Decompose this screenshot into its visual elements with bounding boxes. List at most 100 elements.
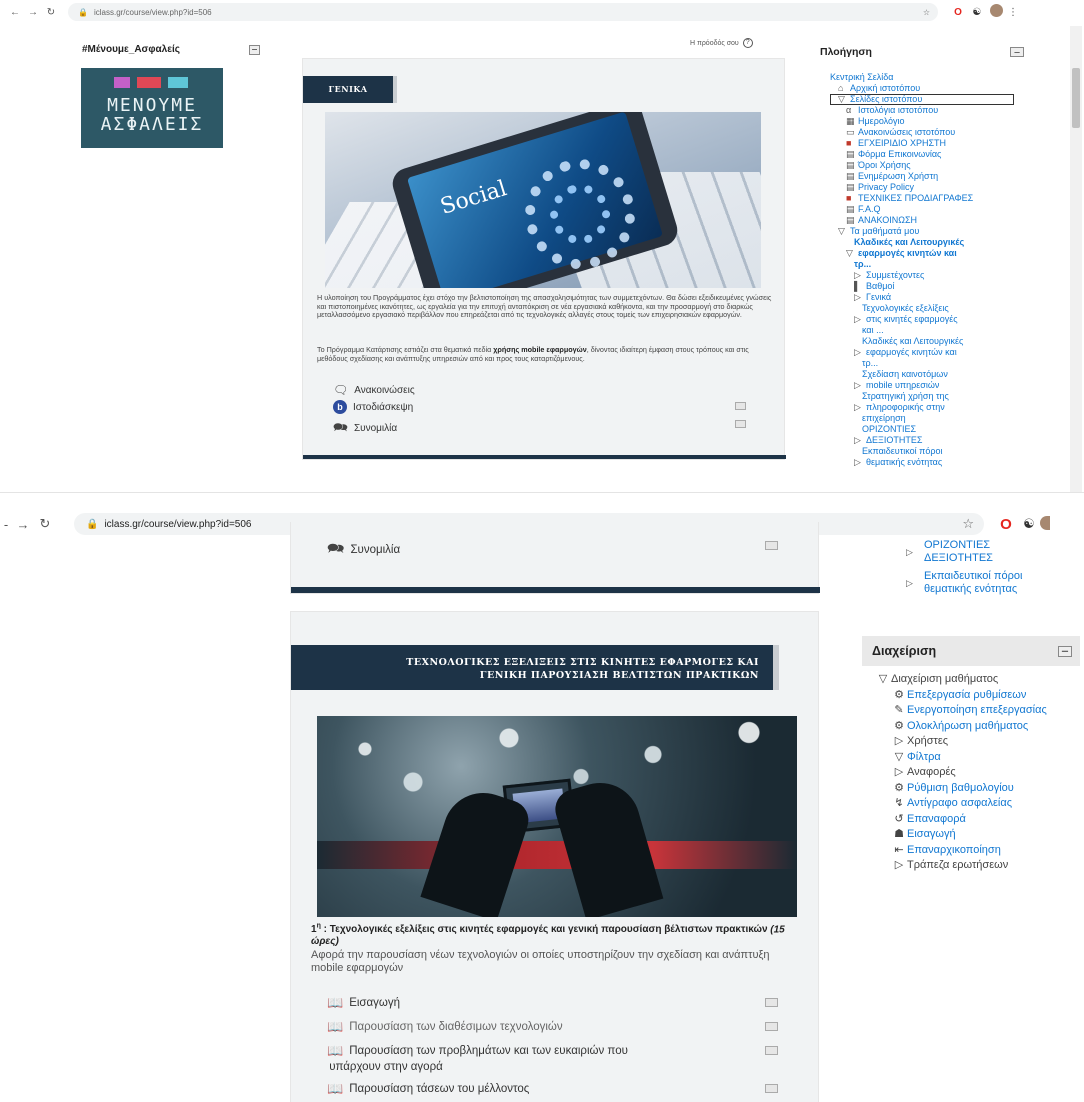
extensions-icon[interactable]: ☯ <box>1018 516 1040 532</box>
opera-icon[interactable]: O <box>948 7 968 18</box>
nav-item[interactable]: Κλαδικές και Λειτουργικές <box>830 237 1040 248</box>
completion-checkbox[interactable] <box>765 998 778 1007</box>
back-icon[interactable]: - <box>0 517 12 532</box>
nav-item[interactable]: ⌂ Αρχική ιστοτόπου <box>830 83 1040 94</box>
extensions-icon[interactable]: ☯ <box>968 7 986 18</box>
admin-item[interactable]: ▷ Αναφορές <box>875 765 1080 781</box>
opera-icon[interactable]: O <box>994 516 1018 533</box>
nav-item[interactable]: ▷ στις κινητές εφαρμογές <box>830 314 1040 325</box>
admin-item[interactable]: ▽ Φίλτρα <box>875 750 1080 766</box>
nav-item[interactable]: ▤ F.A.Q <box>830 204 1040 215</box>
activity-webconference[interactable]: b Ιστοδιάσκεψη <box>333 400 413 414</box>
para2-text-start: Το Πρόγραμμα Κατάρτισης εστιάζει στα θεμ… <box>317 345 494 354</box>
collapse-block-icon[interactable]: – <box>1010 47 1024 57</box>
nav-item-label: Ημερολόγιο <box>858 116 905 126</box>
nav-item[interactable]: ▌ Βαθμοί <box>830 281 1040 292</box>
nav-item[interactable]: Κεντρική Σελίδα <box>830 72 1040 83</box>
scrollbar-thumb[interactable] <box>1072 68 1080 128</box>
activity-announcements[interactable]: 🗨 Ανακοινώσεις <box>333 383 415 397</box>
activity-future-trends[interactable]: 📖 Παρουσίαση τάσεων του μέλλοντος <box>327 1081 529 1097</box>
smartphone-photo-image <box>317 716 797 917</box>
reload-icon[interactable]: ↻ <box>42 7 60 18</box>
nav-item[interactable]: α Ιστολόγια ιστοτόπου <box>830 105 1040 116</box>
nav-item-icon: ▭ <box>846 127 855 137</box>
forward-icon[interactable]: → <box>12 517 34 532</box>
nav-item[interactable]: Τεχνολογικές εξελίξεις <box>830 303 1040 314</box>
nav-item-resources[interactable]: ▷ Εκπαιδευτικοί πόροι θεματικής ενότητας <box>906 570 1022 596</box>
nav-item[interactable]: Κλαδικές και Λειτουργικές <box>830 336 1040 347</box>
nav-item[interactable]: Στρατηγική χρήση της <box>830 391 1040 402</box>
nav-item-label: Τεχνολογικές εξελίξεις <box>862 303 949 313</box>
nav-item[interactable]: ▽ Τα μαθήματά μου <box>830 226 1040 237</box>
nav-item[interactable]: ■ ΤΕΧΝΙΚΕΣ ΠΡΟΔΙΑΓΡΑΦΕΣ <box>830 193 1040 204</box>
nav-item[interactable]: ▷ θεματικής ενότητας <box>830 457 1040 468</box>
admin-item[interactable]: ▷ Τράπεζα ερωτήσεων <box>875 858 1080 874</box>
admin-item[interactable]: ✎ Ενεργοποίηση επεξεργασίας <box>875 703 1080 719</box>
activity-problems-opportunities[interactable]: 📖 Παρουσίαση των προβλημάτων και των ευκ… <box>327 1043 628 1075</box>
activity-chat[interactable]: 🗪 Συνομιλία <box>333 418 397 439</box>
nav-item[interactable]: Εκπαιδευτικοί πόροι <box>830 446 1040 457</box>
reload-icon[interactable]: ↻ <box>34 516 56 532</box>
nav-item[interactable]: ▷ ΔΕΞΙΟΤΗΤΕΣ <box>830 435 1040 446</box>
completion-checkbox[interactable] <box>735 402 746 410</box>
nav-item[interactable]: ▦ Ημερολόγιο <box>830 116 1040 127</box>
profile-avatar-icon[interactable] <box>1040 515 1050 533</box>
menu-icon[interactable]: ⋮ <box>1006 7 1020 18</box>
completion-checkbox[interactable] <box>765 1084 778 1093</box>
nav-item-label: τρ... <box>854 259 872 269</box>
nav-item[interactable]: ▷ εφαρμογές κινητών και <box>830 347 1040 358</box>
nav-item[interactable]: τρ... <box>830 259 1040 270</box>
nav-item-horizontal-skills[interactable]: ▷ ΟΡΙΖΟΝΤΙΕΣ ΔΕΞΙΟΤΗΤΕΣ <box>906 539 1022 565</box>
completion-checkbox[interactable] <box>765 1022 778 1031</box>
collapse-block-icon[interactable]: – <box>249 44 260 55</box>
nav-item[interactable]: Σχεδίαση καινοτόμων <box>830 369 1040 380</box>
profile-avatar-icon[interactable] <box>986 4 1006 20</box>
nav-item[interactable]: ▤ Φόρμα Επικοινωνίας <box>830 149 1040 160</box>
admin-item[interactable]: ⚙ Ρύθμιση βαθμολογίου <box>875 781 1080 797</box>
back-icon[interactable]: ← <box>6 7 24 18</box>
admin-item[interactable]: ☗ Εισαγωγή <box>875 827 1080 843</box>
activity-introduction[interactable]: 📖 Εισαγωγή <box>327 995 400 1011</box>
collapse-block-icon[interactable]: – <box>1058 644 1072 657</box>
nav-item[interactable]: ▷ πληροφορικής στην <box>830 402 1040 413</box>
nav-item[interactable]: ▷ Συμμετέχοντες <box>830 270 1040 281</box>
nav-item[interactable]: ▤ Ενημέρωση Χρήστη <box>830 171 1040 182</box>
nav-item[interactable]: και ... <box>830 325 1040 336</box>
nav-item[interactable]: τρ... <box>830 358 1040 369</box>
help-icon[interactable]: ? <box>742 38 753 48</box>
admin-item-icon: ↺ <box>894 812 904 825</box>
admin-item[interactable]: ⚙ Ολοκλήρωση μαθήματος <box>875 719 1080 735</box>
administration-tree: ▽ Διαχείριση μαθήματος ⚙ Επεξεργασία ρυθμίσ… <box>875 672 1080 874</box>
completion-checkbox[interactable] <box>765 1046 778 1055</box>
nav-item[interactable]: ▷ Γενικά <box>830 292 1040 303</box>
bookmark-star-icon[interactable]: ☆ <box>962 516 974 532</box>
admin-item[interactable]: ▷ Χρήστες <box>875 734 1080 750</box>
bookmark-star-icon[interactable]: ☆ <box>923 8 930 17</box>
nav-item[interactable]: ▽ Σελίδες ιστοτόπου <box>830 94 1040 105</box>
admin-item[interactable]: ↺ Επαναφορά <box>875 812 1080 828</box>
nav-item[interactable]: ΟΡΙΖΟΝΤΙΕΣ <box>830 424 1040 435</box>
forward-icon[interactable]: → <box>24 7 42 18</box>
completion-checkbox[interactable] <box>735 420 746 428</box>
nav-item[interactable]: επιχείρηση <box>830 413 1040 424</box>
nav-item[interactable]: ▤ Όροι Χρήσης <box>830 160 1040 171</box>
nav-item[interactable]: ▭ Ανακοινώσεις ιστοτόπου <box>830 127 1040 138</box>
nav-item-label: ΤΕΧΝΙΚΕΣ ΠΡΟΔΙΑΓΡΑΦΕΣ <box>858 193 974 203</box>
nav-item-icon: ▷ <box>854 270 861 280</box>
admin-item[interactable]: ⇤ Επαναρχικοποίηση <box>875 843 1080 859</box>
book-icon: 📖 <box>327 995 344 1010</box>
nav-item[interactable]: ■ ΕΓΧΕΙΡΙΔΙΟ ΧΡΗΣΤΗ <box>830 138 1040 149</box>
nav-item[interactable]: ▤ ΑΝΑΚΟΙΝΩΣΗ <box>830 215 1040 226</box>
completion-checkbox[interactable] <box>765 541 778 550</box>
nav-item-label: Εκπαιδευτικοί πόροι <box>924 570 1023 582</box>
nav-item[interactable]: ▷ mobile υπηρεσιών <box>830 380 1040 391</box>
admin-item[interactable]: ⚙ Επεξεργασία ρυθμίσεων <box>875 688 1080 704</box>
admin-item[interactable]: ↯ Αντίγραφο ασφαλείας <box>875 796 1080 812</box>
activity-chat[interactable]: 🗪 Συνομιλία <box>327 538 400 562</box>
admin-item-icon: ✎ <box>894 704 904 716</box>
address-bar[interactable]: 🔒 iclass.gr/course/view.php?id=506 ☆ <box>68 3 938 21</box>
admin-item[interactable]: ▽ Διαχείριση μαθήματος <box>875 672 1080 688</box>
activity-available-technologies[interactable]: 📖 Παρουσίαση των διαθέσιμων τεχνολογιών <box>327 1019 563 1035</box>
nav-item[interactable]: ▤ Privacy Policy <box>830 182 1040 193</box>
nav-item[interactable]: ▽ εφαρμογές κινητών και <box>830 248 1040 259</box>
